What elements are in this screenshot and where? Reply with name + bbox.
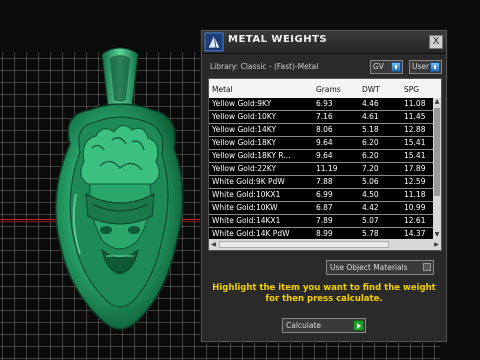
gv-toggle-label: GV	[373, 62, 384, 71]
table-row[interactable]: Yellow Gold:18KY 9.64 6.20 15.41	[209, 137, 433, 150]
cell-metal: Yellow Gold:18KY R...	[212, 151, 291, 160]
table-row[interactable]: White Gold:10KW 6.87 4.42 10.99	[209, 202, 433, 215]
library-label: Library: Classic - (Fast)-Metal	[210, 62, 319, 71]
cell-metal: Yellow Gold:10KY	[212, 112, 277, 121]
panel-title: METAL WEIGHTS	[228, 34, 328, 45]
table-row[interactable]: White Gold:14KX1 7.89 5.07 12.61	[209, 215, 433, 228]
cell-metal: Yellow Gold:9KY	[212, 99, 272, 108]
cell-grams: 7.16	[316, 112, 333, 121]
cell-dwt: 4.46	[362, 99, 379, 108]
gv-toggle[interactable]: GV	[370, 60, 403, 74]
table-row[interactable]: Yellow Gold:22KY 11.19 7.20 17.89	[209, 163, 433, 176]
cell-dwt: 4.42	[362, 203, 379, 212]
metal-weights-panel: METAL WEIGHTS X Library: Classic - (Fast…	[201, 30, 447, 342]
table-row[interactable]: Yellow Gold:14KY 8.06 5.18 12.88	[209, 124, 433, 137]
rhino-cone-icon	[204, 32, 224, 52]
table-row[interactable]: Yellow Gold:9KY 6.93 4.46 11.08	[209, 98, 433, 111]
table-row[interactable]: White Gold:9K PdW 7.88 5.06 12.59	[209, 176, 433, 189]
cell-metal: White Gold:14K PdW	[212, 229, 290, 238]
table-header: Metal Grams DWT SPG	[209, 79, 441, 98]
cell-metal: Yellow Gold:14KY	[212, 125, 277, 134]
horizontal-scrollbar[interactable]: ◀ ▶	[209, 239, 441, 250]
metal-table: Metal Grams DWT SPG Yellow Gold:9KY 6.93…	[208, 78, 442, 251]
cell-grams: 6.99	[316, 190, 333, 199]
horizontal-scroll-thumb[interactable]	[219, 241, 389, 248]
cell-dwt: 4.61	[362, 112, 379, 121]
cell-metal: White Gold:10KW	[212, 203, 278, 212]
cell-grams: 9.64	[316, 151, 333, 160]
scroll-right-icon[interactable]: ▶	[432, 239, 441, 250]
cell-grams: 8.99	[316, 229, 333, 238]
toggle-switch-icon	[391, 62, 401, 72]
scroll-left-icon[interactable]: ◀	[209, 239, 218, 250]
cell-metal: White Gold:10KX1	[212, 190, 281, 199]
calculate-button[interactable]: Calculate	[282, 318, 366, 333]
cell-metal: White Gold:14KX1	[212, 216, 281, 225]
cell-dwt: 5.07	[362, 216, 379, 225]
column-header-spg[interactable]: SPG	[404, 85, 438, 94]
column-header-grams[interactable]: Grams	[316, 85, 356, 94]
table-row[interactable]: White Gold:10KX1 6.99 4.50 11.18	[209, 189, 433, 202]
pendant-model[interactable]	[40, 44, 200, 344]
user-toggle-label: User	[412, 62, 430, 71]
vertical-scroll-thumb[interactable]	[434, 108, 440, 196]
cell-dwt: 5.78	[362, 229, 379, 238]
cell-dwt: 7.20	[362, 164, 379, 173]
play-arrow-icon	[353, 320, 364, 331]
cell-dwt: 6.20	[362, 138, 379, 147]
instruction-text: Highlight the item you want to find the …	[212, 283, 436, 304]
cell-metal: Yellow Gold:18KY	[212, 138, 277, 147]
cell-dwt: 6.20	[362, 151, 379, 160]
cell-metal: Yellow Gold:22KY	[212, 164, 277, 173]
cell-grams: 8.06	[316, 125, 333, 134]
cell-grams: 9.64	[316, 138, 333, 147]
table-row[interactable]: Yellow Gold:18KY R... 9.64 6.20 15.41	[209, 150, 433, 163]
cell-grams: 6.87	[316, 203, 333, 212]
panel-titlebar[interactable]: METAL WEIGHTS X	[202, 31, 446, 54]
cell-grams: 7.89	[316, 216, 333, 225]
checkbox-indicator-icon	[423, 263, 431, 271]
cell-grams: 11.19	[316, 164, 338, 173]
user-toggle[interactable]: User	[409, 60, 442, 74]
cell-grams: 7.88	[316, 177, 333, 186]
cell-dwt: 5.06	[362, 177, 379, 186]
scroll-up-icon[interactable]: ▲	[433, 98, 441, 106]
use-object-materials-toggle[interactable]: Use Object Materials	[326, 260, 434, 275]
vertical-scrollbar[interactable]: ▲ ▼	[433, 98, 441, 239]
table-rows: Yellow Gold:9KY 6.93 4.46 11.08 Yellow G…	[209, 98, 433, 241]
cell-dwt: 4.50	[362, 190, 379, 199]
table-row[interactable]: Yellow Gold:10KY 7.16 4.61 11.45	[209, 111, 433, 124]
column-header-dwt[interactable]: DWT	[362, 85, 402, 94]
close-button[interactable]: X	[429, 35, 443, 49]
cell-metal: White Gold:9K PdW	[212, 177, 285, 186]
use-object-materials-label: Use Object Materials	[330, 263, 408, 272]
calculate-label: Calculate	[286, 321, 322, 330]
column-header-metal[interactable]: Metal	[212, 85, 330, 94]
cell-grams: 6.93	[316, 99, 333, 108]
cell-dwt: 5.18	[362, 125, 379, 134]
toggle-switch-icon	[430, 62, 440, 72]
scroll-down-icon[interactable]: ▼	[433, 231, 441, 239]
